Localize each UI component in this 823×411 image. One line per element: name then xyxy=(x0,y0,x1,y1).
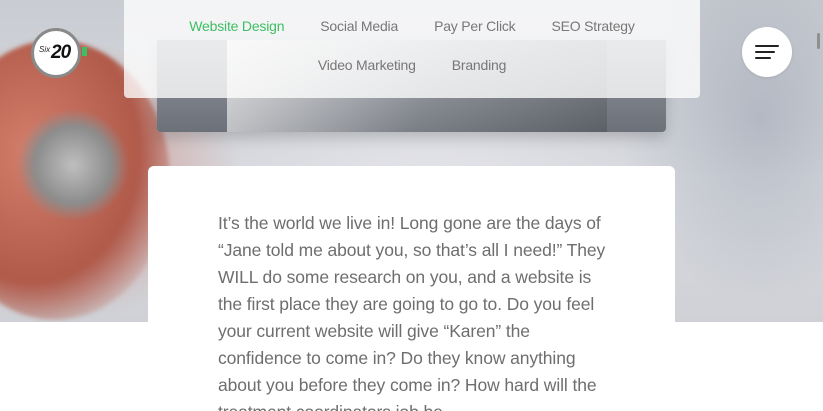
site-logo[interactable]: Six 20 xyxy=(31,28,81,78)
nav-link-video-marketing[interactable]: Video Marketing xyxy=(318,57,416,73)
scrollbar-thumb[interactable] xyxy=(817,33,820,49)
service-nav-row-1: Website Design Social Media Pay Per Clic… xyxy=(124,18,700,34)
logo-accent xyxy=(82,47,87,56)
logo-small-text: Six xyxy=(39,45,51,54)
content-card: It’s the world we live in! Long gone are… xyxy=(148,166,675,411)
hamburger-icon-line xyxy=(755,57,771,59)
nav-link-branding[interactable]: Branding xyxy=(452,57,507,73)
menu-button[interactable] xyxy=(742,27,792,77)
nav-link-website-design[interactable]: Website Design xyxy=(189,18,284,34)
logo-big-text: 20 xyxy=(51,42,71,63)
hamburger-icon xyxy=(755,45,779,47)
intro-paragraph: It’s the world we live in! Long gone are… xyxy=(218,213,606,411)
nav-link-social-media[interactable]: Social Media xyxy=(320,18,398,34)
service-nav-row-2: Video Marketing Branding xyxy=(124,57,700,73)
hero-watch-image xyxy=(18,110,128,220)
hamburger-icon-line xyxy=(755,51,775,53)
service-nav-card: Website Design Social Media Pay Per Clic… xyxy=(124,0,700,98)
nav-link-seo-strategy[interactable]: SEO Strategy xyxy=(551,18,634,34)
nav-link-pay-per-click[interactable]: Pay Per Click xyxy=(434,18,516,34)
